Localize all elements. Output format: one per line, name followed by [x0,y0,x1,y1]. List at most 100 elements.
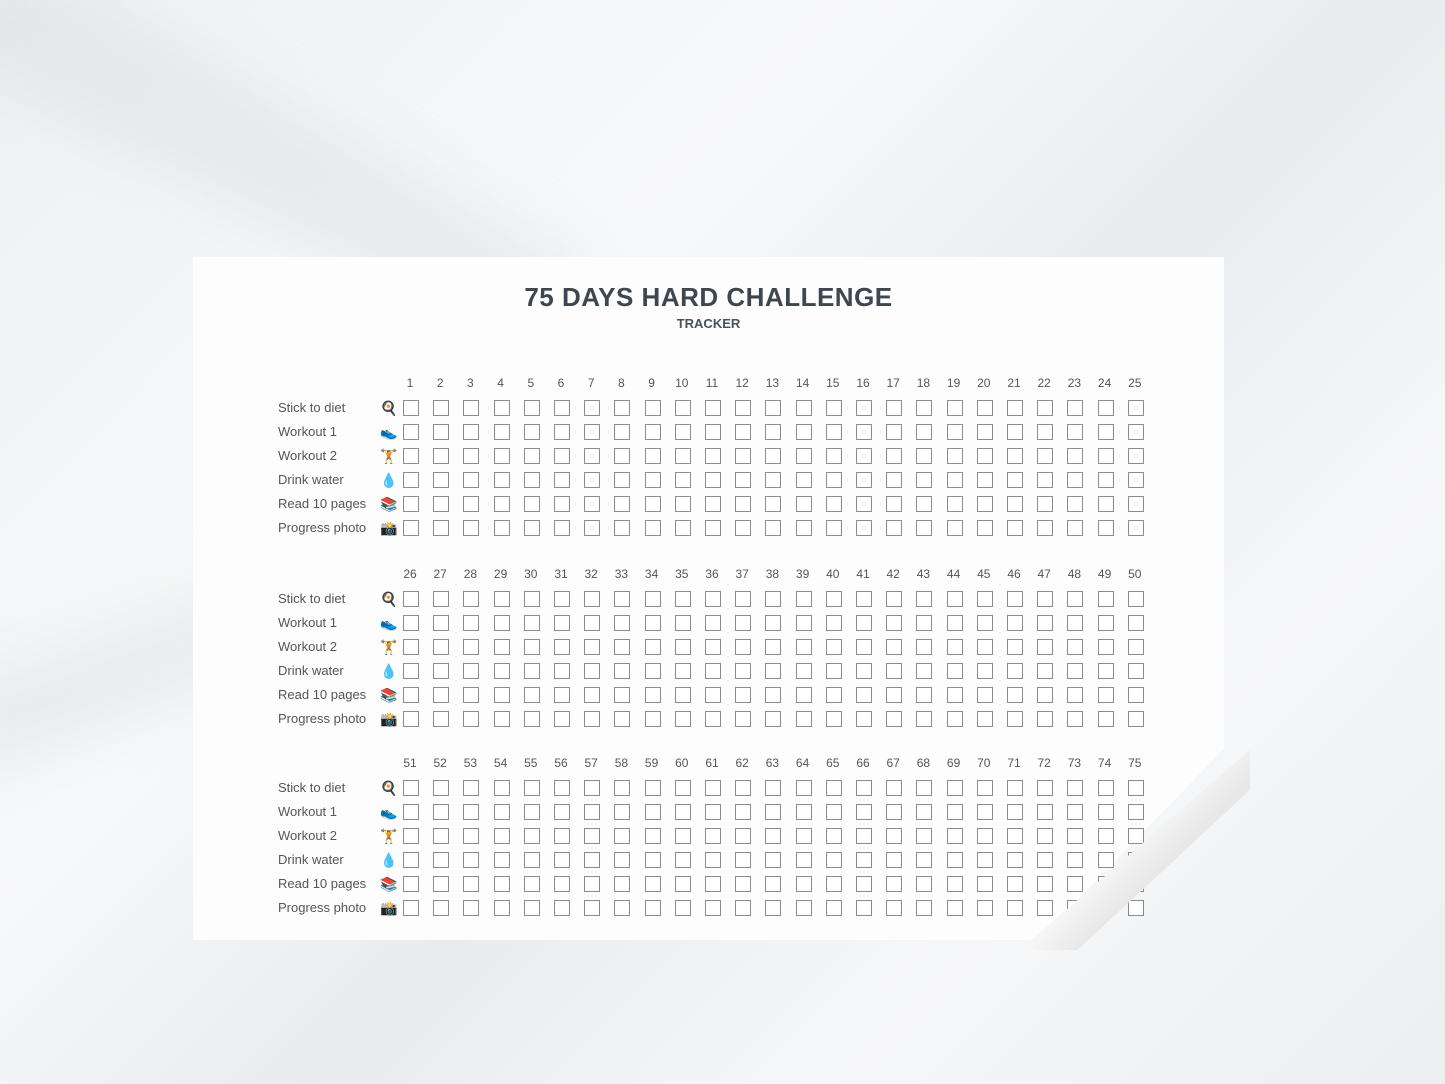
day-checkbox[interactable] [795,496,812,512]
day-checkbox[interactable] [886,496,903,512]
day-checkbox[interactable] [493,615,510,631]
day-checkbox[interactable] [1007,876,1023,892]
day-checkbox[interactable] [1007,615,1023,631]
day-checkbox[interactable] [1097,448,1114,464]
day-checkbox[interactable] [765,852,782,868]
day-checkbox[interactable] [795,687,812,703]
day-checkbox[interactable] [433,711,450,727]
day-checkbox[interactable] [463,400,480,416]
day-checkbox[interactable] [463,804,480,820]
day-checkbox[interactable] [1127,663,1144,679]
day-checkbox[interactable] [493,780,510,796]
day-checkbox[interactable] [735,780,752,796]
day-checkbox[interactable] [795,663,812,679]
day-checkbox[interactable] [886,663,903,679]
day-checkbox[interactable] [946,711,963,727]
day-checkbox[interactable] [1127,591,1144,607]
day-checkbox[interactable] [674,520,691,536]
day-checkbox[interactable] [403,639,419,655]
day-checkbox[interactable] [735,804,752,820]
day-checkbox[interactable] [433,448,450,464]
day-checkbox[interactable] [674,876,691,892]
day-checkbox[interactable] [674,663,691,679]
day-checkbox[interactable] [1127,448,1144,464]
day-checkbox[interactable] [856,663,872,679]
day-checkbox[interactable] [1127,615,1144,631]
day-checkbox[interactable] [976,400,993,416]
day-checkbox[interactable] [523,852,540,868]
day-checkbox[interactable] [644,711,661,727]
day-checkbox[interactable] [584,852,601,868]
day-checkbox[interactable] [825,496,842,512]
day-checkbox[interactable] [1097,615,1114,631]
day-checkbox[interactable] [463,663,480,679]
day-checkbox[interactable] [674,687,691,703]
day-checkbox[interactable] [976,852,993,868]
day-checkbox[interactable] [856,520,872,536]
day-checkbox[interactable] [674,852,691,868]
day-checkbox[interactable] [1067,780,1084,796]
day-checkbox[interactable] [856,472,872,488]
day-checkbox[interactable] [705,472,721,488]
day-checkbox[interactable] [1067,639,1084,655]
day-checkbox[interactable] [765,591,782,607]
day-checkbox[interactable] [795,711,812,727]
day-checkbox[interactable] [644,639,661,655]
day-checkbox[interactable] [1127,496,1144,512]
day-checkbox[interactable] [554,520,570,536]
day-checkbox[interactable] [523,400,540,416]
day-checkbox[interactable] [886,424,903,440]
day-checkbox[interactable] [825,639,842,655]
day-checkbox[interactable] [554,448,570,464]
day-checkbox[interactable] [433,828,450,844]
day-checkbox[interactable] [735,448,752,464]
day-checkbox[interactable] [674,496,691,512]
day-checkbox[interactable] [1127,520,1144,536]
day-checkbox[interactable] [765,496,782,512]
day-checkbox[interactable] [1067,876,1084,892]
day-checkbox[interactable] [463,472,480,488]
day-checkbox[interactable] [765,804,782,820]
day-checkbox[interactable] [825,663,842,679]
day-checkbox[interactable] [644,828,661,844]
day-checkbox[interactable] [1067,828,1084,844]
day-checkbox[interactable] [765,876,782,892]
day-checkbox[interactable] [916,424,933,440]
day-checkbox[interactable] [1127,400,1144,416]
day-checkbox[interactable] [674,639,691,655]
day-checkbox[interactable] [1037,400,1054,416]
day-checkbox[interactable] [584,496,601,512]
day-checkbox[interactable] [554,876,570,892]
day-checkbox[interactable] [856,876,872,892]
day-checkbox[interactable] [1007,687,1023,703]
day-checkbox[interactable] [1037,804,1054,820]
day-checkbox[interactable] [976,828,993,844]
day-checkbox[interactable] [976,448,993,464]
day-checkbox[interactable] [946,900,963,916]
day-checkbox[interactable] [735,472,752,488]
day-checkbox[interactable] [1007,804,1023,820]
day-checkbox[interactable] [1067,687,1084,703]
day-checkbox[interactable] [493,496,510,512]
day-checkbox[interactable] [1037,900,1054,916]
day-checkbox[interactable] [644,804,661,820]
day-checkbox[interactable] [946,687,963,703]
day-checkbox[interactable] [765,424,782,440]
day-checkbox[interactable] [825,424,842,440]
day-checkbox[interactable] [463,639,480,655]
day-checkbox[interactable] [886,900,903,916]
day-checkbox[interactable] [1127,687,1144,703]
day-checkbox[interactable] [735,639,752,655]
day-checkbox[interactable] [433,496,450,512]
day-checkbox[interactable] [976,711,993,727]
day-checkbox[interactable] [916,900,933,916]
day-checkbox[interactable] [1037,828,1054,844]
day-checkbox[interactable] [795,852,812,868]
day-checkbox[interactable] [825,711,842,727]
day-checkbox[interactable] [1097,852,1114,868]
day-checkbox[interactable] [946,876,963,892]
day-checkbox[interactable] [765,615,782,631]
day-checkbox[interactable] [856,852,872,868]
day-checkbox[interactable] [463,520,480,536]
day-checkbox[interactable] [825,687,842,703]
